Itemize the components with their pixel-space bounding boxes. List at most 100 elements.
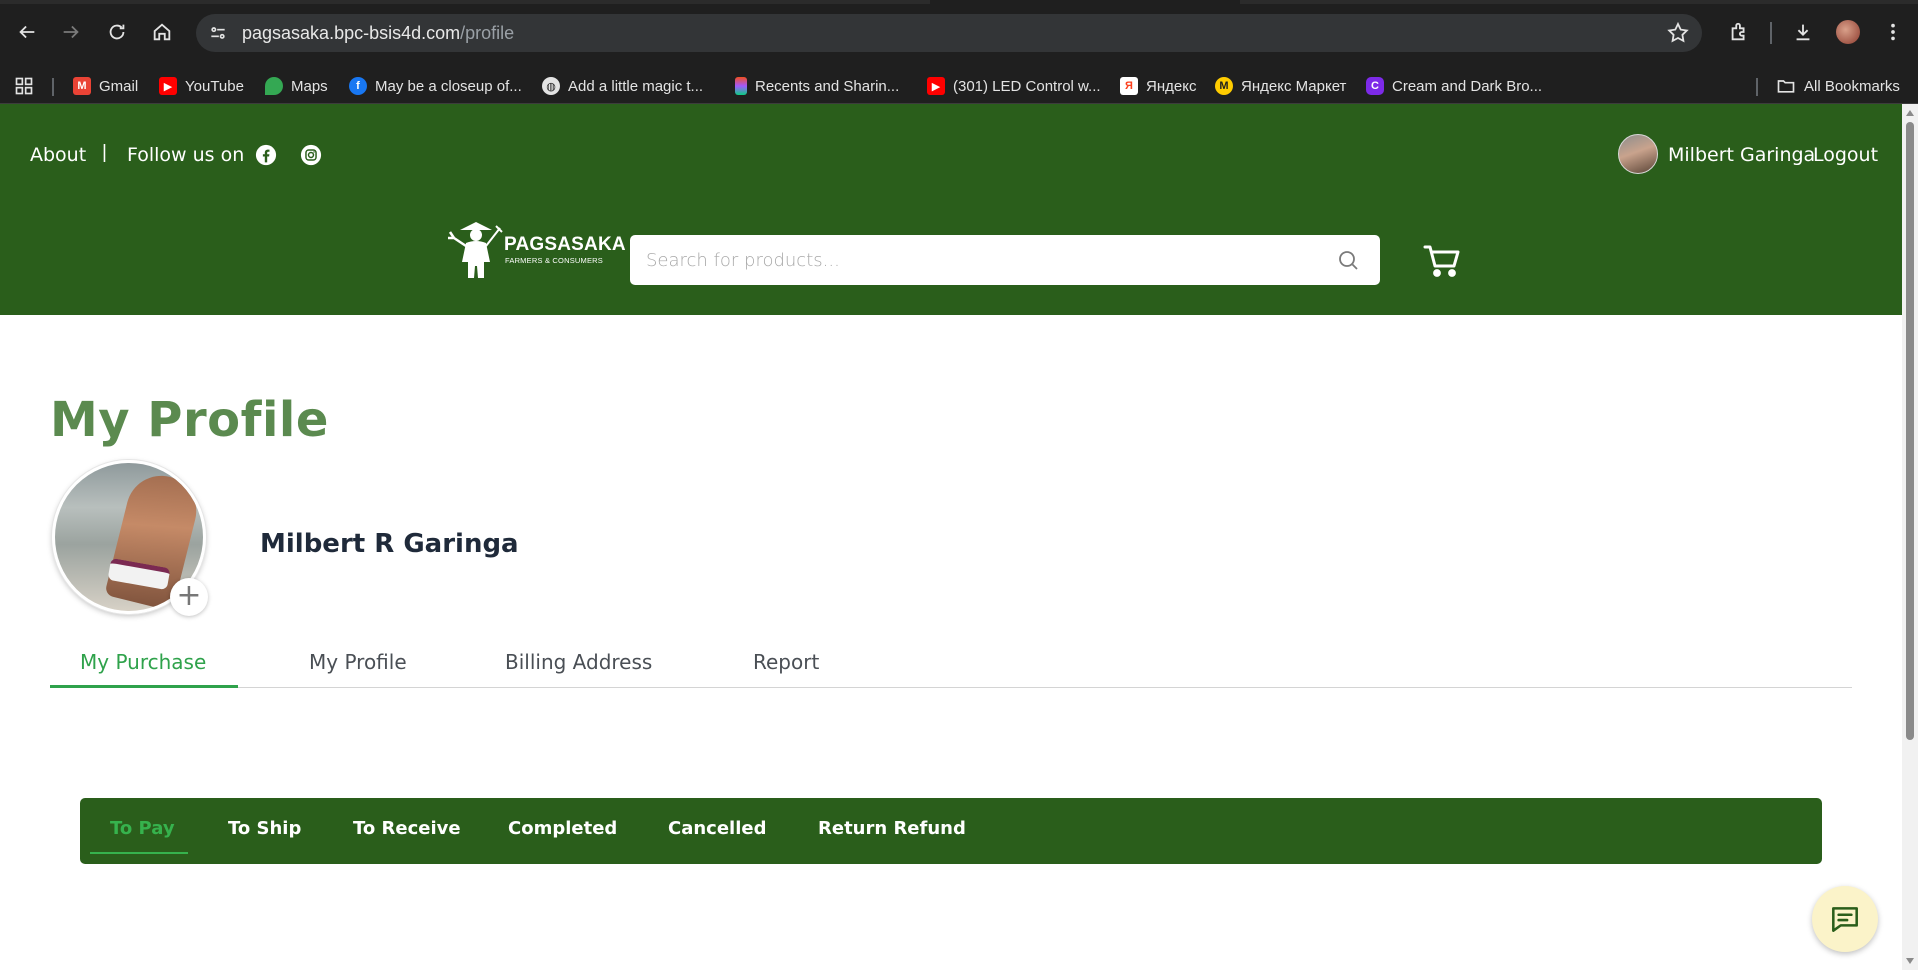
pagsasaka-logo[interactable]: PAGSASAKA FARMERS & CONSUMERS <box>444 216 626 280</box>
bookmark-label: Cream and Dark Bro... <box>1392 77 1543 95</box>
profile-tabs: My Purchase My Profile Billing Address R… <box>50 650 1852 688</box>
tab-strip-edge <box>0 0 930 4</box>
search-icon[interactable] <box>1336 248 1360 272</box>
bookmarks-bar: M Gmail ▶ YouTube Maps f May be a closeu… <box>0 66 1918 104</box>
bookmark-label: Яндекс Маркет <box>1241 77 1347 95</box>
folder-icon <box>1777 80 1795 93</box>
tab-my-purchase[interactable]: My Purchase <box>80 650 206 688</box>
logo-tagline: FARMERS & CONSUMERS <box>505 256 603 265</box>
active-order-tab-indicator <box>90 852 188 854</box>
yandex-market-icon: M <box>1215 77 1233 95</box>
all-bookmarks-folder[interactable]: All Bookmarks <box>1776 75 1900 97</box>
order-tab-to-ship[interactable]: To Ship <box>228 818 301 839</box>
bookmarks-divider <box>1756 78 1758 96</box>
about-link[interactable]: About <box>30 144 86 166</box>
home-button[interactable] <box>147 17 177 47</box>
order-tab-completed[interactable]: Completed <box>508 818 617 839</box>
active-tab-indicator <box>50 685 238 688</box>
add-photo-button[interactable]: + <box>170 578 208 616</box>
bookmark-label: Maps <box>291 77 328 95</box>
arrow-right-icon <box>63 25 79 39</box>
tab-report[interactable]: Report <box>753 650 819 688</box>
toolbar-divider <box>1770 22 1772 44</box>
arrow-left-icon <box>19 25 35 39</box>
reload-button[interactable] <box>102 17 132 47</box>
address-bar[interactable]: pagsasaka.bpc-bsis4d.com/profile <box>196 14 1702 52</box>
order-tab-to-receive[interactable]: To Receive <box>353 818 461 839</box>
order-tab-cancelled[interactable]: Cancelled <box>668 818 766 839</box>
tab-my-profile[interactable]: My Profile <box>309 650 407 688</box>
globe-icon: ◍ <box>542 77 560 95</box>
order-status-bar: To Pay To Ship To Receive Completed Canc… <box>80 798 1822 864</box>
order-tab-to-pay[interactable]: To Pay <box>110 818 175 839</box>
follow-us-label: Follow us on <box>127 144 245 166</box>
cart-icon[interactable] <box>1422 240 1462 280</box>
tab-strip-edge <box>1240 0 1918 4</box>
order-tab-return-refund[interactable]: Return Refund <box>818 818 966 839</box>
user-avatar[interactable] <box>1618 134 1658 174</box>
all-bookmarks-label: All Bookmarks <box>1804 77 1900 95</box>
scrollbar-thumb[interactable] <box>1906 122 1914 740</box>
gmail-icon: M <box>73 77 91 95</box>
youtube-icon: ▶ <box>159 77 177 95</box>
chat-button[interactable] <box>1812 886 1878 952</box>
url-text: pagsasaka.bpc-bsis4d.com/profile <box>242 23 514 44</box>
download-icon[interactable] <box>1790 19 1816 45</box>
apps-grid-icon[interactable] <box>14 75 34 97</box>
url-host: pagsasaka.bpc-bsis4d.com <box>242 23 461 43</box>
scroll-down-arrow-icon[interactable] <box>1906 958 1914 964</box>
canva-icon: C <box>1366 77 1384 95</box>
bookmark-gmail[interactable]: M Gmail <box>73 75 138 97</box>
home-icon <box>153 23 171 41</box>
menu-kebab-icon[interactable] <box>1880 19 1906 45</box>
chat-bubble-icon <box>1832 907 1858 932</box>
scroll-up-arrow-icon[interactable] <box>1906 110 1914 116</box>
bookmark-led-control[interactable]: ▶ (301) LED Control w... <box>927 75 1101 97</box>
bookmark-maps[interactable]: Maps <box>265 75 328 97</box>
bookmark-add-magic[interactable]: ◍ Add a little magic t... <box>542 75 703 97</box>
bookmark-yandex-market[interactable]: M Яндекс Маркет <box>1215 75 1346 97</box>
bookmark-star-icon[interactable] <box>1666 21 1690 45</box>
bookmark-label: Recents and Sharin... <box>755 77 900 95</box>
bookmarks-divider <box>52 78 54 96</box>
search-input[interactable] <box>646 235 1326 285</box>
bookmark-label: Add a little magic t... <box>568 77 704 95</box>
reload-icon <box>109 24 125 40</box>
bookmark-label: YouTube <box>185 77 244 95</box>
bookmark-yandex[interactable]: Я Яндекс <box>1120 75 1196 97</box>
site-header: About | Follow us on Milbert Garinga Log… <box>0 104 1902 315</box>
farmer-logo-icon <box>448 222 503 278</box>
facebook-icon: f <box>349 77 367 95</box>
logout-link[interactable]: Logout <box>1813 144 1878 166</box>
url-path: /profile <box>460 23 515 43</box>
browser-profile-avatar[interactable] <box>1836 20 1860 44</box>
youtube-icon: ▶ <box>927 77 945 95</box>
user-name[interactable]: Milbert Garinga <box>1668 144 1815 166</box>
yandex-icon: Я <box>1120 77 1138 95</box>
figma-icon <box>735 77 747 95</box>
facebook-icon[interactable] <box>255 144 277 166</box>
back-button[interactable] <box>12 17 42 47</box>
bookmark-label: May be a closeup of... <box>375 77 522 95</box>
bookmark-figma[interactable]: Recents and Sharin... <box>735 75 899 97</box>
bookmark-facebook-post[interactable]: f May be a closeup of... <box>349 75 522 97</box>
forward-button[interactable] <box>56 17 86 47</box>
bookmark-label: Яндекс <box>1146 77 1197 95</box>
tab-billing-address[interactable]: Billing Address <box>505 650 652 688</box>
header-divider: | <box>102 142 107 163</box>
product-search <box>630 235 1380 285</box>
bookmark-youtube[interactable]: ▶ YouTube <box>159 75 244 97</box>
bookmark-label: Gmail <box>99 77 139 95</box>
profile-full-name: Milbert R Garinga <box>260 529 519 559</box>
browser-toolbar: pagsasaka.bpc-bsis4d.com/profile <box>0 0 1918 66</box>
page-scrollbar[interactable] <box>1902 104 1918 970</box>
extensions-icon[interactable] <box>1726 19 1752 45</box>
web-page: About | Follow us on Milbert Garinga Log… <box>0 104 1902 970</box>
bookmark-label: (301) LED Control w... <box>953 77 1101 95</box>
page-title: My Profile <box>50 392 329 448</box>
site-info-icon[interactable] <box>206 21 230 45</box>
bookmark-canva[interactable]: C Cream and Dark Bro... <box>1366 75 1542 97</box>
maps-icon <box>265 77 283 95</box>
logo-wordmark: PAGSASAKA <box>504 234 626 255</box>
instagram-icon[interactable] <box>300 144 322 166</box>
